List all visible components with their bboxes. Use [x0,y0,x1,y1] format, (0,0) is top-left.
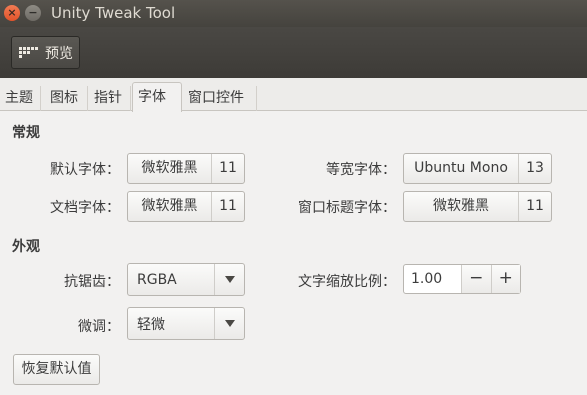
increment-button[interactable]: + [490,265,520,293]
document-font-name: 微软雅黑 [128,192,212,221]
antialias-value: RGBA [137,271,177,288]
text-scale-spinner: 1.00 − + [403,264,521,294]
tab-window-controls[interactable]: 窗口控件 [183,86,257,111]
hinting-label: 微调： [78,319,120,335]
title-font-button[interactable]: 微软雅黑 11 [403,191,552,222]
title-font-size: 11 [526,198,544,214]
preview-button[interactable]: 预览 [11,36,80,69]
toolbar: 预览 [0,27,587,78]
minimize-window-button[interactable]: − [25,5,41,21]
close-window-button[interactable]: × [4,5,20,21]
default-font-label: 默认字体： [50,162,120,178]
title-bar: × − Unity Tweak Tool [0,0,587,27]
chevron-down-icon [214,308,244,339]
chevron-down-icon [214,264,244,295]
appearance-section-title: 外观 [12,239,40,255]
tab-fonts[interactable]: 字体 [132,82,182,112]
hinting-dropdown[interactable]: 轻微 [127,307,245,340]
tab-cursor[interactable]: 指针 [89,86,131,111]
monospace-font-button[interactable]: Ubuntu Mono 13 [403,153,552,184]
default-font-name: 微软雅黑 [128,154,212,183]
tab-theme[interactable]: 主题 [0,86,41,111]
preview-label: 预览 [45,45,73,62]
document-font-label: 文档字体： [50,200,120,216]
decrement-button[interactable]: − [461,265,491,293]
title-font-name: 微软雅黑 [404,192,519,221]
window-title: Unity Tweak Tool [51,4,176,22]
monospace-font-size: 13 [526,160,544,176]
reset-defaults-button[interactable]: 恢复默认值 [13,354,100,385]
default-font-button[interactable]: 微软雅黑 11 [127,153,245,184]
document-font-size: 11 [219,198,237,214]
title-font-label: 窗口标题字体： [298,200,396,216]
tab-icons[interactable]: 图标 [45,86,88,111]
document-font-button[interactable]: 微软雅黑 11 [127,191,245,222]
general-section-title: 常规 [12,125,40,141]
monospace-font-name: Ubuntu Mono [404,154,519,183]
text-scale-value[interactable]: 1.00 [404,265,461,293]
tab-bar: 主题 图标 指针 字体 窗口控件 [0,78,587,112]
antialias-dropdown[interactable]: RGBA [127,263,245,296]
grid-icon [19,46,39,59]
hinting-value: 轻微 [137,316,165,333]
monospace-font-label: 等宽字体： [326,162,396,178]
antialias-label: 抗锯齿： [64,274,120,290]
default-font-size: 11 [219,160,237,176]
text-scale-label: 文字缩放比例： [298,274,396,290]
